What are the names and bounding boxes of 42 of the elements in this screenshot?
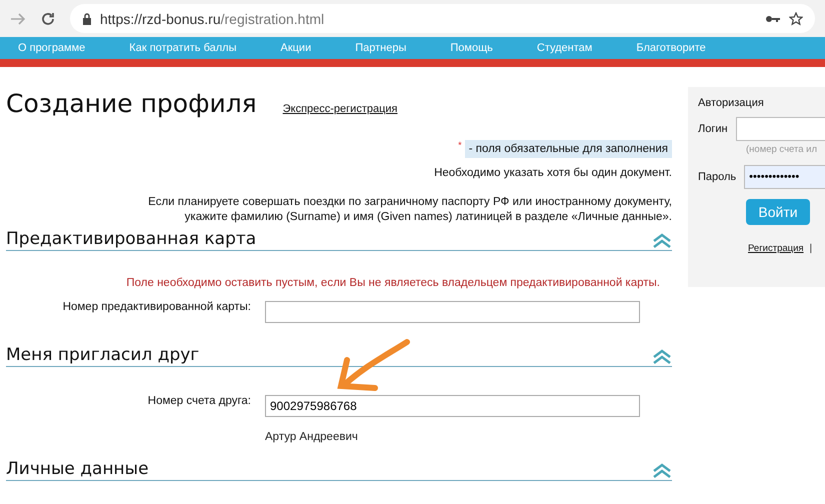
nav-link[interactable]: О программе bbox=[18, 42, 86, 54]
page-title: Создание профиля bbox=[6, 89, 257, 118]
address-bar[interactable]: https://rzd-bonus.ru/registration.html bbox=[70, 4, 815, 33]
password-field[interactable]: ••••••••••••• bbox=[744, 165, 825, 189]
required-note: - поля обязательные для заполнения bbox=[464, 140, 672, 158]
login-button[interactable]: Войти bbox=[746, 199, 810, 225]
field-label: Номер счета друга: bbox=[146, 395, 252, 407]
url-path: /registration.html bbox=[220, 10, 324, 26]
star-icon[interactable] bbox=[789, 12, 803, 26]
double-chevron-icon[interactable] bbox=[652, 349, 672, 365]
login-hint: (номер счета ил bbox=[746, 144, 818, 155]
input-field[interactable]: 9002975986768 bbox=[265, 395, 640, 417]
input-field[interactable] bbox=[265, 301, 640, 323]
reload-icon[interactable] bbox=[40, 10, 56, 26]
auth-title: Авторизация bbox=[698, 97, 765, 109]
section-title: Предактивированная карта bbox=[6, 229, 256, 249]
field-label: Номер предактивированной карты: bbox=[62, 301, 252, 313]
nav-link[interactable]: Акции bbox=[280, 42, 312, 54]
nav-link[interactable]: Как потратить баллы bbox=[129, 42, 236, 54]
double-chevron-icon[interactable] bbox=[652, 233, 672, 249]
nav-link[interactable]: Благотворите bbox=[636, 42, 706, 54]
password-label: Пароль bbox=[698, 171, 736, 183]
section-title: Меня пригласил друг bbox=[6, 345, 200, 365]
key-icon[interactable] bbox=[765, 14, 781, 24]
section-title: Личные данные bbox=[6, 459, 149, 479]
registration-link[interactable]: Регистрация bbox=[748, 243, 804, 254]
forward-arrow-icon[interactable] bbox=[10, 12, 26, 26]
passport-note: Если планируете совершать поездки по заграничному паспорту РФ или иностранному документу, укажите фамилию (Surname) и имя (Given names) латиницей в разделе «Личные данные». bbox=[147, 195, 672, 225]
login-label: Логин bbox=[698, 123, 728, 135]
nav-link[interactable]: Партнеры bbox=[355, 42, 406, 54]
friend-name: Артур Андреевич bbox=[265, 431, 359, 443]
warning-text: Поле необходимо оставить пустым, если Вы не являетесь владельцем предактивированной карты. bbox=[125, 277, 661, 289]
document-note: Необходимо указать хотя бы один документ. bbox=[433, 166, 672, 181]
login-field[interactable] bbox=[736, 117, 825, 141]
nav-link[interactable]: Студентам bbox=[536, 42, 592, 54]
lock-icon bbox=[82, 12, 92, 24]
express-registration-link[interactable]: Экспресс-регистрация bbox=[282, 103, 398, 115]
double-chevron-icon[interactable] bbox=[652, 463, 672, 479]
nav-link[interactable]: Помощь bbox=[450, 42, 493, 54]
separator: | bbox=[810, 243, 812, 254]
required-mark: * bbox=[458, 140, 462, 150]
url-host: https://rzd-bonus.ru bbox=[100, 10, 221, 26]
